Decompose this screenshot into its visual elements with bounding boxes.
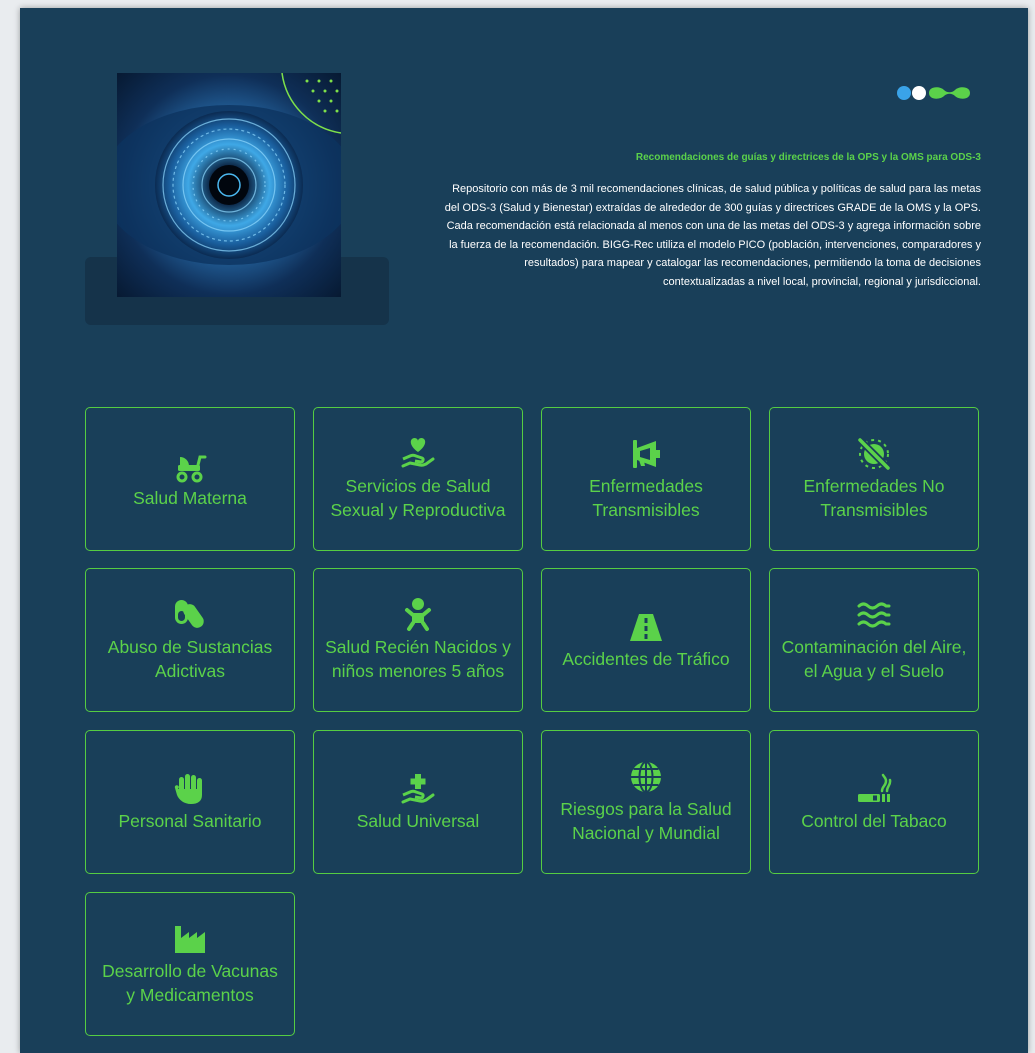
category-label: Salud Materna bbox=[133, 487, 247, 508]
category-label: Accidentes de Tráfico bbox=[562, 648, 730, 669]
hand-icon bbox=[174, 773, 202, 804]
baby-icon bbox=[405, 598, 431, 631]
megaphone-icon bbox=[633, 440, 660, 468]
intro-subtitle: Recomendaciones de guías y directrices d… bbox=[635, 152, 981, 163]
category-label: Desarrollo de Vacunas y Medicamentos bbox=[102, 961, 278, 1005]
category-recien-nacidos[interactable]: Salud Recién Nacidos y niños menores 5 a… bbox=[313, 568, 523, 712]
intro-description: Repositorio con más de 3 mil recomendaci… bbox=[444, 183, 981, 288]
factory-icon bbox=[175, 926, 205, 953]
eye-hero-image bbox=[117, 73, 341, 297]
category-label: Salud Recién Nacidos y niños menores 5 a… bbox=[325, 637, 511, 681]
smoking-icon bbox=[858, 773, 892, 802]
category-label: Control del Tabaco bbox=[801, 810, 947, 831]
category-salud-materna[interactable]: Salud Materna bbox=[85, 407, 295, 551]
hand-medical-icon bbox=[401, 773, 435, 804]
hand-heart-icon bbox=[401, 438, 435, 468]
main-panel: Recomendaciones de guías y directrices d… bbox=[20, 8, 1028, 1053]
no-virus-icon bbox=[857, 437, 891, 471]
category-salud-sexual-reproductiva[interactable]: Servicios de Salud Sexual y Reproductiva bbox=[313, 407, 523, 551]
category-salud-universal[interactable]: Salud Universal bbox=[313, 730, 523, 874]
baby-stroller-icon bbox=[176, 455, 207, 483]
category-label: Enfermedades No Transmisibles bbox=[803, 476, 945, 520]
road-icon bbox=[630, 613, 662, 641]
globe-icon bbox=[631, 761, 661, 793]
category-riesgos-salud[interactable]: Riesgos para la Salud Nacional y Mundial bbox=[541, 730, 751, 874]
category-label: Enfermedades Transmisibles bbox=[589, 476, 703, 520]
category-enfermedades-no-transmisibles[interactable]: Enfermedades No Transmisibles bbox=[769, 407, 979, 551]
category-enfermedades-transmisibles[interactable]: Enfermedades Transmisibles bbox=[541, 407, 751, 551]
category-control-tabaco[interactable]: Control del Tabaco bbox=[769, 730, 979, 874]
category-label: Servicios de Salud Sexual y Reproductiva bbox=[330, 476, 506, 520]
water-waves-icon bbox=[857, 602, 891, 628]
category-label: Contaminación del Aire, el Agua y el Sue… bbox=[781, 637, 967, 681]
category-personal-sanitario[interactable]: Personal Sanitario bbox=[85, 730, 295, 874]
category-label: Abuso de Sustancias Adictivas bbox=[107, 637, 273, 681]
brand-logo-icon bbox=[897, 86, 970, 100]
category-label: Riesgos para la Salud Nacional y Mundial bbox=[560, 799, 732, 843]
category-abuso-sustancias[interactable]: Abuso de Sustancias Adictivas bbox=[85, 568, 295, 712]
category-vacunas-medicamentos[interactable]: Desarrollo de Vacunas y Medicamentos bbox=[85, 892, 295, 1036]
category-label: Personal Sanitario bbox=[118, 810, 262, 831]
pills-icon bbox=[175, 600, 204, 628]
category-label: Salud Universal bbox=[356, 810, 480, 831]
category-accidentes-trafico[interactable]: Accidentes de Tráfico bbox=[541, 568, 751, 712]
category-contaminacion[interactable]: Contaminación del Aire, el Agua y el Sue… bbox=[769, 568, 979, 712]
